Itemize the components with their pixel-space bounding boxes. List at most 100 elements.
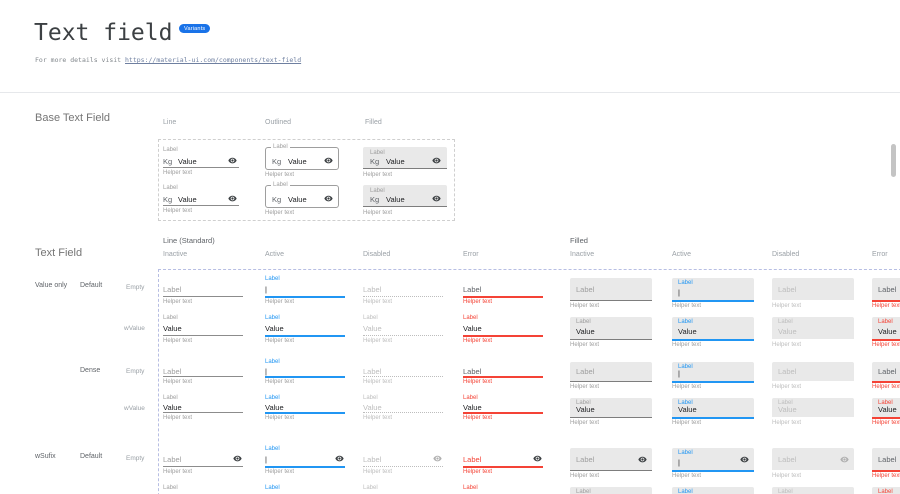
line-field-active-empty[interactable]: Label|Helper text [265,276,345,306]
helper-text: Helper text [672,342,701,349]
filled-box: LabelValue [772,398,854,417]
filled-field-inactive-empty[interactable]: LabelHelper text [570,359,652,393]
line-field-inactive-empty[interactable]: LabelHelper text [163,276,243,306]
filled-box: LabelValue [872,317,900,341]
visibility-icon[interactable] [638,455,647,464]
line-field-active-value[interactable]: LabelValueHelper text [265,395,345,425]
visibility-icon[interactable] [533,454,542,463]
base-outlined-field[interactable]: LabelKgValueHelper text [265,146,339,178]
visibility-icon[interactable] [324,194,333,203]
field-label: Label [463,395,478,402]
filled-field-inactive-value[interactable]: LabelValueHelper text [570,315,652,349]
field-label: Label [678,280,693,287]
filled-field-active-value[interactable]: LabelValueHelper text [672,395,754,429]
line-field-active-empty[interactable]: Label|Helper text [265,446,345,476]
base-filled-field[interactable]: LabelKgValueHelper text [363,184,447,216]
line-field-inactive-empty[interactable]: LabelHelper text [163,446,243,476]
line-field-disabled-empty[interactable]: LabelHelper text [363,446,443,476]
base-line-field[interactable]: LabelKgValueHelper text [163,146,239,178]
helper-text: Helper text [463,338,492,345]
row-label-empty: Empty [126,284,144,291]
filled-box: LabelValue [672,487,754,494]
filled-box: LabelValue [872,487,900,494]
field-label: Label [463,367,481,376]
base-outlined-field[interactable]: LabelKgValueHelper text [265,184,339,216]
line-field-error-empty[interactable]: LabelHelper text [463,359,543,389]
filled-field-active-empty[interactable]: Label|Helper text [672,276,754,310]
visibility-icon[interactable] [433,454,442,463]
filled-field-active-empty[interactable]: Label|Helper text [672,446,754,480]
field-label: Label [370,150,385,157]
visibility-icon[interactable] [324,156,333,165]
filled-field-disabled-value[interactable]: LabelValueHelper text [772,395,854,429]
base-line-field[interactable]: LabelKgValueHelper text [163,184,239,216]
line-field-error-value[interactable]: LabelValueHelper text [463,395,543,425]
text-cursor: | [678,288,680,297]
visibility-icon[interactable] [228,194,237,203]
visibility-icon[interactable] [233,454,242,463]
filled-field-active-value[interactable]: LabelValueHelper text [672,315,754,349]
line-field-error-value[interactable]: LabelValueHelper text [463,315,543,345]
filled-field-disabled-value[interactable]: LabelValueHelper text [772,485,854,494]
visibility-icon[interactable] [840,455,849,464]
filled-field-inactive-value[interactable]: LabelValueHelper text [570,485,652,494]
line-field-active-value[interactable]: LabelValueHelper text [265,485,345,494]
filled-field-error-value[interactable]: LabelValueHelper text [872,315,900,349]
visibility-icon[interactable] [432,194,441,203]
line-field-active-value[interactable]: LabelValueHelper text [265,315,345,345]
line-field-inactive-value[interactable]: LabelValueHelper text [163,315,243,345]
line-field-disabled-empty[interactable]: LabelHelper text [363,359,443,389]
field-prefix: Kg [370,195,379,204]
state-header-disabled: Disabled [363,251,390,258]
line-field-inactive-value[interactable]: LabelValueHelper text [163,485,243,494]
filled-field-disabled-value[interactable]: LabelValueHelper text [772,315,854,349]
line-field-error-empty[interactable]: LabelHelper text [463,446,543,476]
line-field-inactive-value[interactable]: LabelValueHelper text [163,395,243,425]
row-label-empty: Empty [126,455,144,462]
page-title: Text field [34,20,172,46]
filled-box: LabelValue [570,317,652,340]
field-label: Label [878,489,893,494]
line-field-disabled-value[interactable]: LabelValueHelper text [363,485,443,494]
filled-field-active-empty[interactable]: Label|Helper text [672,359,754,393]
filled-box: Label [872,278,900,302]
filled-field-inactive-empty[interactable]: LabelHelper text [570,276,652,310]
field-label: Label [265,315,280,322]
base-filled-field[interactable]: LabelKgValueHelper text [363,146,447,178]
filled-field-disabled-empty[interactable]: LabelHelper text [772,276,854,310]
line-field-error-value[interactable]: LabelValueHelper text [463,485,543,494]
visibility-icon[interactable] [335,454,344,463]
line-field-inactive-empty[interactable]: LabelHelper text [163,359,243,389]
field-value: Value [288,195,307,204]
material-ui-link[interactable]: https://material-ui.com/components/text-… [125,56,301,64]
line-field-disabled-value[interactable]: LabelValueHelper text [363,395,443,425]
filled-field-inactive-empty[interactable]: LabelHelper text [570,446,652,480]
base-col-header-outlined: Outlined [265,119,291,126]
size-label-default: Default [80,453,102,460]
filled-field-error-value[interactable]: LabelValueHelper text [872,395,900,429]
filled-field-inactive-value[interactable]: LabelValueHelper text [570,395,652,429]
size-label-default: Default [80,282,102,289]
field-label: Label [778,319,793,326]
line-field-disabled-empty[interactable]: LabelHelper text [363,276,443,306]
visibility-icon[interactable] [432,156,441,165]
filled-field-error-value[interactable]: LabelValueHelper text [872,485,900,494]
helper-text: Helper text [265,210,294,217]
line-field-disabled-value[interactable]: LabelValueHelper text [363,315,443,345]
line-field-active-empty[interactable]: Label|Helper text [265,359,345,389]
filled-field-disabled-empty[interactable]: LabelHelper text [772,359,854,393]
visibility-icon[interactable] [740,455,749,464]
header-divider [0,92,900,93]
filled-field-error-empty[interactable]: LabelHelper text [872,446,900,480]
filled-box: LabelKgValue [363,185,447,207]
filled-field-error-empty[interactable]: LabelHelper text [872,359,900,393]
vertical-scrollbar[interactable] [891,144,896,177]
line-field-error-empty[interactable]: LabelHelper text [463,276,543,306]
filled-field-disabled-empty[interactable]: LabelHelper text [772,446,854,480]
field-underline [163,466,243,467]
filled-field-error-empty[interactable]: LabelHelper text [872,276,900,310]
visibility-icon[interactable] [228,156,237,165]
helper-text: Helper text [872,342,900,349]
filled-field-active-value[interactable]: LabelValueHelper text [672,485,754,494]
helper-text: Helper text [772,473,801,480]
